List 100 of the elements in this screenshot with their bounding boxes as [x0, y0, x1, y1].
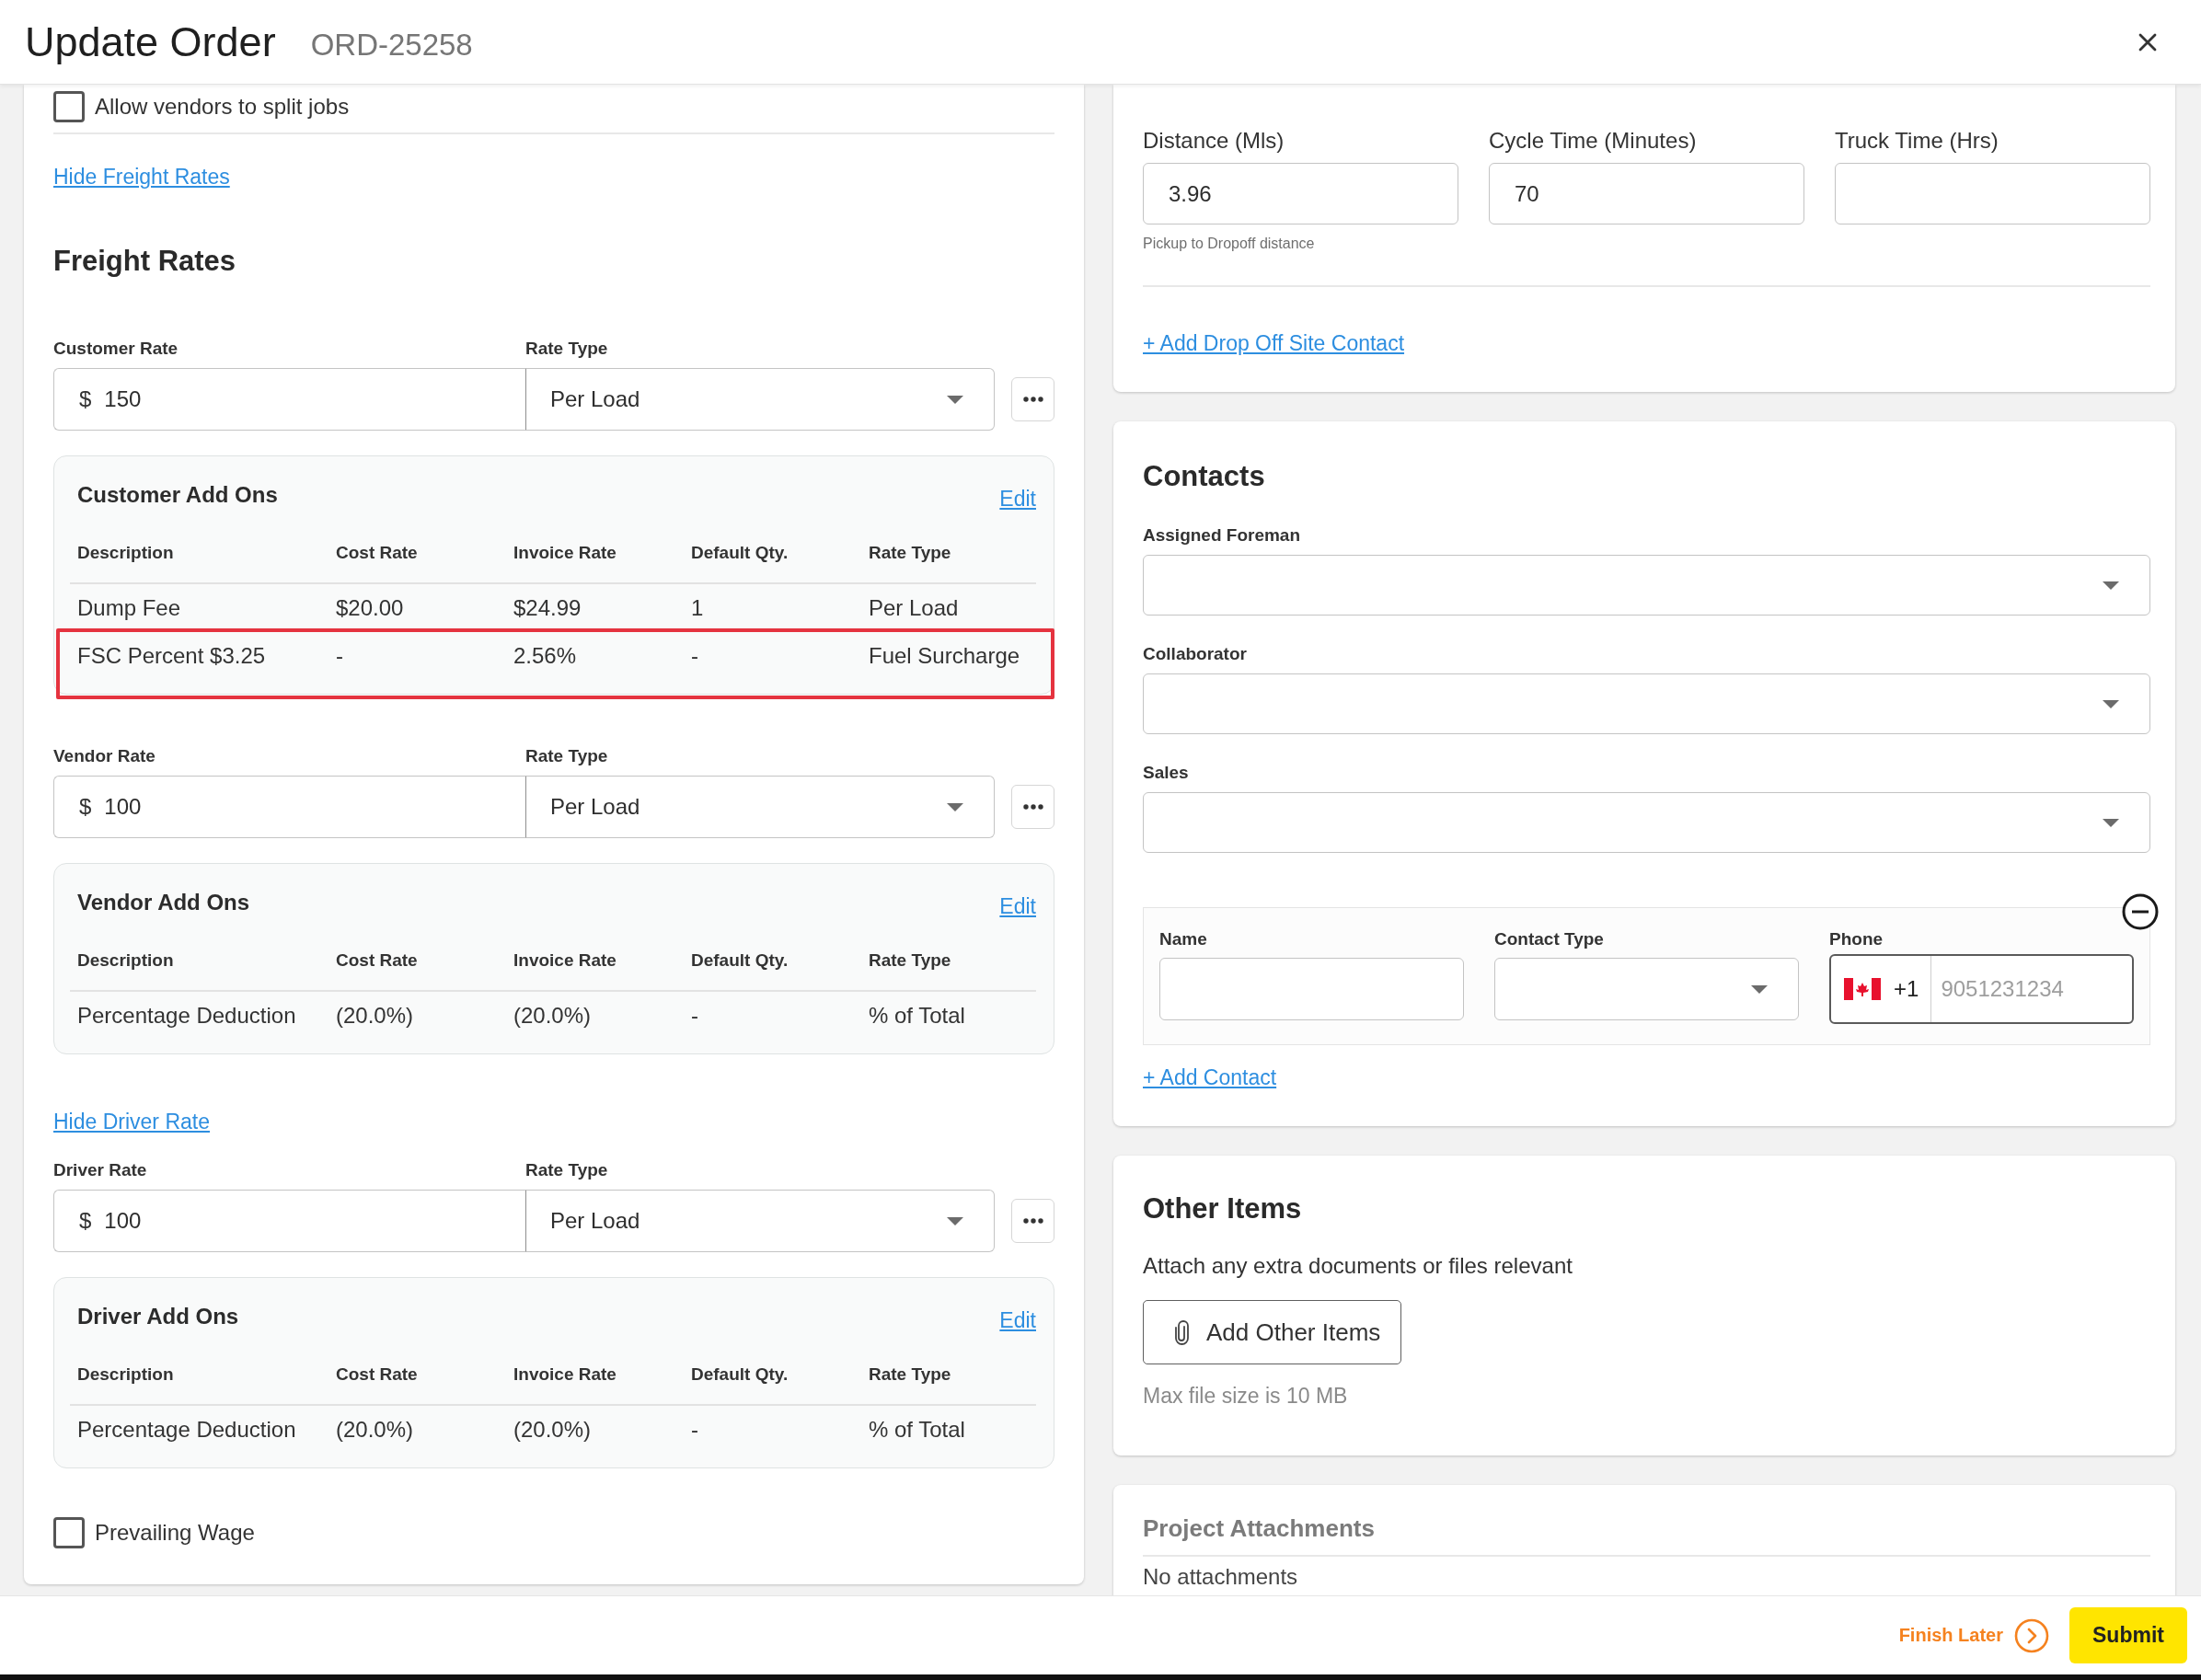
table-cell: (20.0%) [336, 1002, 414, 1030]
text-input[interactable] [1159, 958, 1464, 1020]
table-cell: FSC Percent $3.25 [77, 642, 266, 670]
section-title: Contacts [1143, 459, 1265, 494]
field-label: Customer Rate [53, 338, 179, 360]
table-cell: Percentage Deduction [77, 1416, 296, 1444]
more-button[interactable] [1011, 377, 1054, 421]
minus-circle-icon[interactable] [2122, 893, 2159, 930]
flag-icon [1844, 978, 1881, 1000]
column-header: Invoice Rate [513, 949, 617, 972]
column-header: Description [77, 542, 174, 564]
amount-input[interactable]: 100 [104, 1202, 525, 1239]
field-label: Vendor Rate [53, 745, 156, 767]
caret-down-icon [947, 1216, 963, 1225]
column-header: Description [77, 1364, 174, 1386]
field-label: Rate Type [525, 338, 608, 360]
description-text: Attach any extra documents or files relevant [1143, 1252, 1573, 1280]
amount-field[interactable]: $ 150 [53, 368, 525, 431]
checkbox-label: Prevailing Wage [95, 1519, 255, 1547]
currency-symbol: $ [79, 793, 92, 821]
column-header: Default Qty. [691, 1364, 789, 1386]
text-input[interactable] [1835, 163, 2150, 224]
caret-down-icon [2103, 581, 2119, 590]
checkbox-label: Allow vendors to split jobs [95, 93, 350, 121]
text-input[interactable]: 70 [1489, 163, 1804, 224]
column-header: Default Qty. [691, 542, 789, 564]
section-title: Other Items [1143, 1191, 1302, 1226]
amount-field[interactable]: $ 100 [53, 776, 525, 838]
column-header: Default Qty. [691, 949, 789, 972]
table-cell: Fuel Surcharge [869, 642, 1020, 670]
table-cell: - [691, 1416, 698, 1444]
table-cell: Dump Fee [77, 594, 181, 622]
amount-input[interactable]: 100 [104, 788, 525, 825]
table-cell: - [336, 642, 343, 670]
amount-input[interactable]: 150 [104, 381, 525, 418]
select-field[interactable] [1143, 673, 2150, 734]
add-items-button[interactable]: Add Other Items [1143, 1300, 1402, 1364]
column-header: Rate Type [869, 949, 951, 972]
table-cell: 1 [691, 594, 704, 622]
section-title: Project Attachments [1143, 1513, 1375, 1544]
card-title: Vendor Add Ons [77, 889, 250, 916]
checkbox[interactable] [53, 1517, 85, 1548]
select-field[interactable] [1143, 792, 2150, 853]
checkbox[interactable] [53, 91, 85, 122]
column-header: Cost Rate [336, 542, 418, 564]
field-label: Phone [1829, 928, 1884, 950]
column-header: Description [77, 949, 174, 972]
chevron-right-circle-icon [2014, 1617, 2049, 1653]
card-title: Customer Add Ons [77, 481, 278, 509]
field-label: Distance (Mls) [1143, 127, 1285, 155]
table-cell: $24.99 [513, 594, 582, 622]
column-header: Rate Type [869, 1364, 951, 1386]
more-dots-icon [1022, 804, 1043, 810]
submit-button[interactable]: Submit [2069, 1607, 2187, 1663]
field-label: Truck Time (Hrs) [1835, 127, 1999, 155]
column-header: Invoice Rate [513, 1364, 617, 1386]
card-title: Driver Add Ons [77, 1303, 239, 1330]
text-input[interactable]: 3.96 [1143, 163, 1458, 224]
note-text: Max file size is 10 MB [1143, 1383, 1348, 1409]
amount-field[interactable]: $ 100 [53, 1190, 525, 1252]
column-header: Rate Type [869, 542, 951, 564]
rate-type-select[interactable]: Per Load [525, 368, 995, 431]
dialog-title: Update Order [25, 17, 276, 67]
table-cell: % of Total [869, 1002, 965, 1030]
currency-symbol: $ [79, 1207, 92, 1235]
section-title: Freight Rates [53, 244, 236, 279]
rate-type-select[interactable]: Per Load [525, 776, 995, 838]
field-label: Rate Type [525, 1159, 608, 1181]
table-cell: $20.00 [336, 594, 404, 622]
table-cell: 2.56% [513, 642, 577, 670]
empty-state-text: No attachments [1143, 1564, 1298, 1590]
column-header: Invoice Rate [513, 542, 617, 564]
table-cell: (20.0%) [513, 1002, 592, 1030]
field-label: Contact Type [1494, 928, 1604, 950]
rate-type-select[interactable]: Per Load [525, 1190, 995, 1252]
field-label: Sales [1143, 762, 1189, 784]
currency-symbol: $ [79, 385, 92, 413]
helper-text: Pickup to Dropoff distance [1143, 235, 1315, 253]
paperclip-icon [1174, 1319, 1189, 1345]
caret-down-icon [2103, 699, 2119, 708]
field-label: Driver Rate [53, 1159, 147, 1181]
column-header: Cost Rate [336, 1364, 418, 1386]
phone-field[interactable]: +1 9051231234 [1829, 954, 2134, 1024]
field-label: Cycle Time (Minutes) [1489, 127, 1697, 155]
select-field[interactable] [1494, 958, 1799, 1020]
field-label: Name [1159, 928, 1207, 950]
more-button[interactable] [1011, 1199, 1054, 1243]
table-cell: Per Load [869, 594, 959, 622]
field-label: Rate Type [525, 745, 608, 767]
field-label: Collaborator [1143, 643, 1247, 665]
table-cell: (20.0%) [513, 1416, 592, 1444]
order-number: ORD-25258 [310, 26, 473, 63]
more-button[interactable] [1011, 785, 1054, 829]
select-field[interactable] [1143, 555, 2150, 616]
phone-input[interactable]: 9051231234 [1931, 956, 2132, 1022]
more-dots-icon [1022, 397, 1043, 402]
close-icon[interactable] [2138, 32, 2157, 52]
more-dots-icon [1022, 1218, 1043, 1224]
caret-down-icon [947, 395, 963, 404]
country-code-button[interactable]: +1 [1831, 956, 1932, 1022]
